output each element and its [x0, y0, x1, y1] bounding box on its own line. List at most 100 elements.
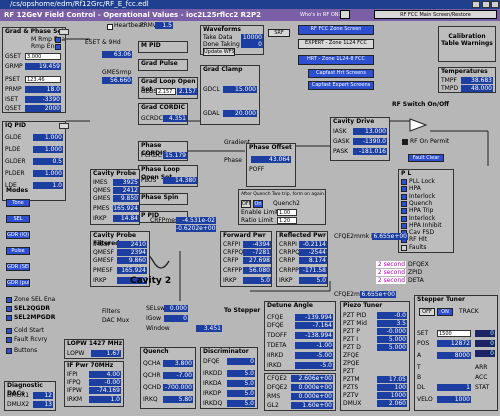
field-label: IRKD [267, 362, 282, 369]
capfast-hrt-button[interactable]: Capfast Hrt Screens [308, 69, 374, 78]
mode-gdr-pulse-button[interactable]: GDR (pulse) [6, 279, 30, 287]
close-icon[interactable] [491, 1, 499, 8]
field-label: VELO [417, 396, 433, 403]
field-label: CRRPI [279, 241, 297, 248]
field-label: PMESF [93, 267, 113, 274]
readout-value: 8000 [437, 352, 471, 359]
cavity-drive-panel: Cavity Drive IASK 13.000 GASK -1390.0 PA… [330, 117, 390, 161]
readout-value: 3.5 [377, 320, 407, 327]
field-label: PRMP [5, 86, 22, 93]
expand-arrow-icon[interactable] [59, 29, 69, 35]
readout-value: 5.000 [377, 336, 407, 343]
mode-gdr-sel-button[interactable]: GDR (SEL) [6, 263, 30, 271]
field-label: QCHA [143, 360, 161, 367]
field-label: TRACK [459, 308, 479, 315]
readout-value: 1.000 [33, 170, 63, 177]
maximize-icon[interactable] [482, 1, 490, 8]
quench-on-button[interactable]: On [253, 200, 263, 208]
field-label: IRKP [279, 277, 293, 284]
field-label: IRKQ [143, 396, 158, 403]
mode-tone-button[interactable]: Tone [6, 199, 30, 207]
sel2qgdr-led[interactable] [6, 306, 12, 312]
whos-in-label: Who's in RF ON? [300, 12, 342, 18]
field-label: TMPF [441, 77, 457, 84]
m-pid-panel[interactable]: M PID [138, 41, 188, 53]
grad-pulse-panel[interactable]: Grad Pulse [138, 59, 188, 71]
quench-off-button[interactable]: OFF [241, 200, 251, 208]
rf-on-permit-led [402, 139, 408, 145]
pset-input[interactable]: 123.46 [25, 76, 61, 83]
field-label: Piezo Tuner [343, 302, 383, 309]
stepper-set-input[interactable]: 1500 [437, 330, 471, 337]
field-label: Reflected Pwr [279, 232, 326, 239]
readout-value: -138.994 [295, 332, 333, 339]
field-label: T [417, 364, 421, 371]
field-label: GDCL [203, 86, 220, 93]
update-wfs-button[interactable]: Update WFS [203, 48, 235, 56]
phase-label: Phase [224, 157, 242, 164]
pl-status-led [401, 179, 407, 185]
stepper-off-button[interactable]: OFF [419, 308, 435, 316]
readout-value: 3.451 [196, 325, 222, 332]
field-label: Grad Clamp [203, 66, 243, 73]
readout-value: -0.0 [377, 312, 407, 319]
readout-value: 5.80 [163, 396, 193, 403]
calibration-panel[interactable]: Calibration Table Warnings [438, 26, 496, 62]
gcrdc-value: 4.351 [163, 115, 187, 122]
readout-value: 12872 [437, 340, 471, 347]
field-label: M PID [141, 42, 161, 49]
field-label: CRRP [279, 257, 296, 264]
field-label: TDOFF [267, 332, 287, 339]
grmp-value: 19.459 [25, 63, 61, 70]
field-label: IRKDA [203, 380, 222, 387]
readout-value: 0 [227, 358, 255, 365]
zone-screen-button[interactable]: RF FCC Zone Screen [298, 25, 374, 35]
field-label: Filters [102, 308, 120, 315]
field-label: Temperatures [441, 68, 488, 75]
phase-spin-panel[interactable]: Phase Spin [138, 193, 188, 205]
glos-input[interactable]: 2.157 [156, 88, 176, 95]
hrt-zone-button[interactable]: HRT - Zone 1L24-8 FCC [298, 55, 374, 65]
readout-value: 6.655e+00 [372, 233, 408, 240]
cold-start-led[interactable] [6, 328, 12, 334]
whos-in-button[interactable] [340, 10, 350, 19]
minimize-icon[interactable] [472, 1, 480, 8]
srf-button[interactable]: SRF [268, 29, 290, 37]
fault-clear-button[interactable]: Fault Clear [408, 154, 444, 162]
rmp-ena-label: Rmp Ena [31, 43, 58, 50]
field-label: PZT P [343, 328, 360, 335]
field-label: DL [417, 384, 425, 391]
readout-value: 165.924 [113, 205, 139, 212]
field-label: Zone SEL Ena [14, 296, 56, 303]
readout-value: 1.000 [33, 134, 63, 141]
capfast-expert-button[interactable]: Capfast Expert Screens [308, 81, 374, 90]
zone-sel-led[interactable] [6, 297, 12, 303]
gmesrmp-label: GMESrmp [102, 69, 132, 76]
readout-value: 5.0 [299, 277, 327, 284]
field-label: ZPQE [343, 360, 360, 367]
rmp-led[interactable] [55, 44, 61, 50]
grad-clamp-panel: Grad Clamp GDCL 15.000 GDAL 20.000 [200, 65, 260, 125]
field-label: Window [146, 325, 170, 332]
mode-gdr-iq-button[interactable]: GDR (IQ) [6, 231, 30, 239]
fault-rcvry-led[interactable] [6, 337, 12, 343]
mode-pulse-button[interactable]: Pulse [6, 247, 30, 255]
mode-sel-button[interactable]: SEL [6, 215, 30, 223]
readout-value: 9.850 [113, 195, 139, 202]
main-screen-button[interactable]: RF FCC Main Screen/Restore [374, 10, 497, 19]
field-label: IASK [333, 128, 347, 135]
expand-arrow-icon[interactable] [59, 123, 69, 129]
field-label: PLDE [5, 146, 21, 153]
field-label: QSET [5, 105, 21, 112]
buttons-led[interactable] [6, 348, 12, 354]
expert-zone-button[interactable]: EXPERT - Zone 1L24 FCC [298, 39, 374, 49]
field-label: IRKDD [203, 370, 223, 377]
stepper-on-button[interactable]: ON [437, 308, 453, 316]
sel2mpgdr-led[interactable] [6, 315, 12, 321]
readout-value: 100 [377, 384, 407, 391]
field-label: QMES [93, 187, 111, 194]
tmpf-value: 38.683 [461, 77, 493, 84]
field-label: DFQEX [408, 261, 429, 268]
mrmp-led[interactable] [55, 37, 61, 43]
gset-input[interactable]: 3.000 [25, 53, 61, 60]
